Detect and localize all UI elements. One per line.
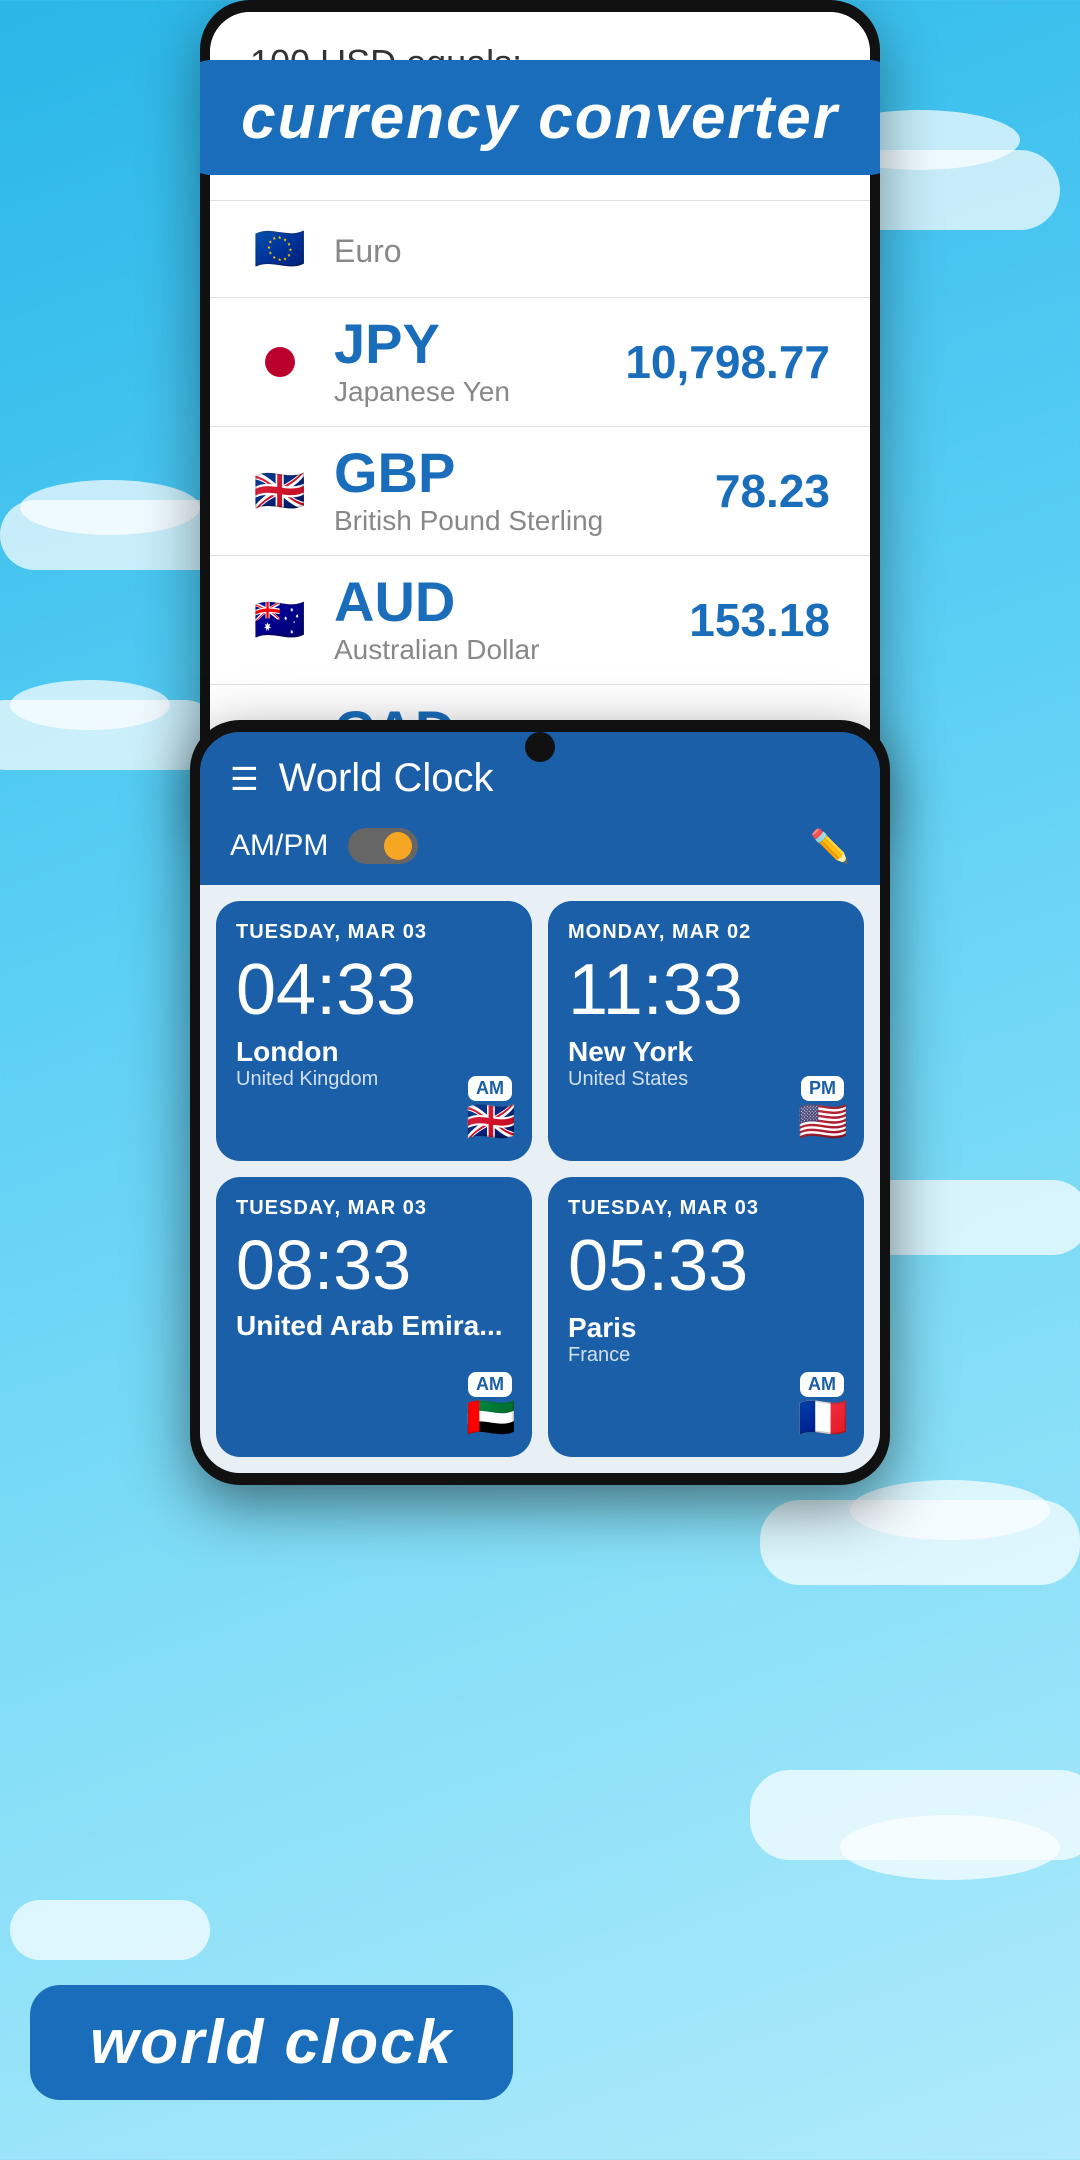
london-time: 04:33: [236, 954, 512, 1026]
jpy-name: Japanese Yen: [334, 376, 625, 408]
world-clock-phone: ☰ World Clock AM/PM ✏️ TUESDAY, MAR 03 0…: [190, 720, 890, 1485]
uae-time: 08:33: [236, 1230, 512, 1300]
ampm-toggle[interactable]: [348, 828, 418, 864]
uae-flag: 🇦🇪: [466, 1394, 516, 1441]
phone-notch: [525, 732, 555, 762]
clock-card-uae[interactable]: TUESDAY, MAR 03 08:33 AM United Arab Emi…: [216, 1177, 532, 1457]
gbp-name: British Pound Sterling: [334, 505, 715, 537]
ampm-label: AM/PM: [230, 829, 328, 863]
gbp-info: GBP British Pound Sterling: [334, 445, 715, 537]
london-date: TUESDAY, MAR 03: [236, 921, 512, 944]
currency-banner: currency converter: [200, 60, 880, 175]
currency-row-gbp[interactable]: 🇬🇧 GBP British Pound Sterling 78.23: [210, 427, 870, 556]
world-clock-screen: ☰ World Clock AM/PM ✏️ TUESDAY, MAR 03 0…: [200, 732, 880, 1473]
gbp-code: GBP: [334, 445, 715, 501]
menu-icon[interactable]: ☰: [230, 760, 259, 798]
london-city: London: [236, 1036, 512, 1068]
eur-info: Euro: [334, 229, 830, 270]
jpy-flag: [250, 332, 310, 392]
gbp-flag: 🇬🇧: [250, 461, 310, 521]
newyork-city: New York: [568, 1036, 844, 1068]
clock-card-paris[interactable]: TUESDAY, MAR 03 05:33 AM Paris France 🇫🇷: [548, 1177, 864, 1457]
toggle-track: [348, 828, 418, 864]
currency-phone: currency converter 100 USD equals: 🇺🇸 US…: [200, 0, 880, 826]
newyork-time: 11:33: [568, 954, 844, 1026]
jpy-code: JPY: [334, 316, 625, 372]
paris-date: TUESDAY, MAR 03: [568, 1197, 844, 1220]
eur-flag: 🇪🇺: [250, 219, 310, 279]
currency-banner-text: currency converter: [241, 83, 839, 152]
currency-row-eur[interactable]: 🇪🇺 Euro: [210, 201, 870, 298]
currency-row-aud[interactable]: 🇦🇺 AUD Australian Dollar 153.18: [210, 556, 870, 685]
aud-name: Australian Dollar: [334, 634, 689, 666]
gbp-amount: 78.23: [715, 464, 830, 518]
uae-city: United Arab Emira...: [236, 1310, 512, 1342]
jpy-info: JPY Japanese Yen: [334, 316, 625, 408]
jpy-amount: 10,798.77: [625, 335, 830, 389]
paris-city: Paris: [568, 1312, 844, 1344]
eur-name: Euro: [334, 233, 830, 270]
clock-grid: TUESDAY, MAR 03 04:33 AM London United K…: [200, 885, 880, 1473]
london-flag: 🇬🇧: [466, 1098, 516, 1145]
paris-time: 05:33: [568, 1230, 844, 1302]
clock-card-london[interactable]: TUESDAY, MAR 03 04:33 AM London United K…: [216, 901, 532, 1161]
uae-date: TUESDAY, MAR 03: [236, 1197, 512, 1220]
toggle-thumb: [384, 832, 412, 860]
aud-code: AUD: [334, 574, 689, 630]
world-clock-title: World Clock: [279, 756, 850, 801]
newyork-flag: 🇺🇸: [798, 1098, 848, 1145]
edit-icon[interactable]: ✏️: [810, 827, 850, 865]
newyork-date: MONDAY, MAR 02: [568, 921, 844, 944]
world-clock-banner: world clock: [30, 1985, 513, 2100]
aud-amount: 153.18: [689, 593, 830, 647]
wc-toolbar: AM/PM ✏️: [200, 817, 880, 885]
aud-info: AUD Australian Dollar: [334, 574, 689, 666]
aud-flag: 🇦🇺: [250, 590, 310, 650]
world-clock-banner-text: world clock: [90, 2008, 453, 2077]
currency-row-jpy[interactable]: JPY Japanese Yen 10,798.77: [210, 298, 870, 427]
paris-flag: 🇫🇷: [798, 1394, 848, 1441]
paris-country: France: [568, 1344, 844, 1367]
clock-card-newyork[interactable]: MONDAY, MAR 02 11:33 PM New York United …: [548, 901, 864, 1161]
